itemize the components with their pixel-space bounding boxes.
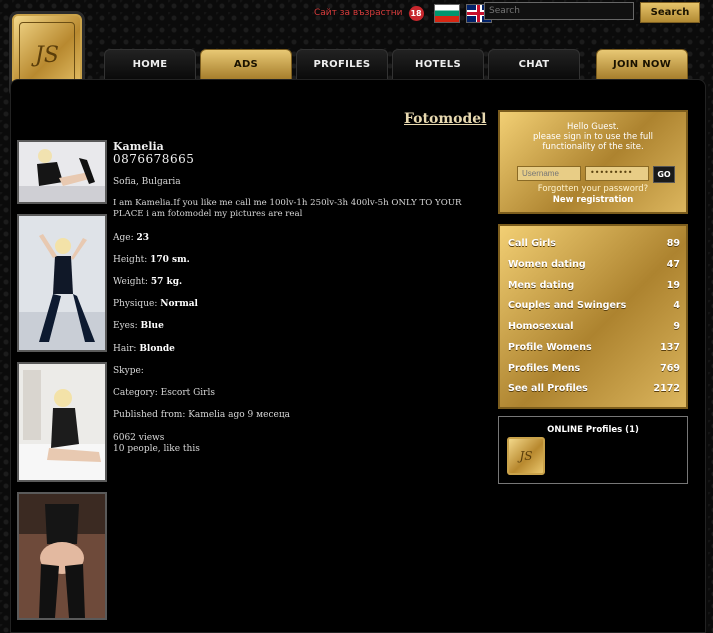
physique-value: Normal bbox=[160, 299, 198, 309]
profile-published: Published from: Kamelia ago 9 месеца bbox=[113, 410, 290, 420]
profile-skype: Skype: bbox=[113, 366, 144, 376]
category-label: Profiles Mens bbox=[508, 363, 581, 374]
category-label: Category: bbox=[113, 388, 158, 398]
height-label: Height: bbox=[113, 255, 148, 265]
category-label: See all Profiles bbox=[508, 383, 588, 394]
top-bar: Сайт за възрастни 18 bbox=[314, 2, 492, 24]
height-value: 170 sm. bbox=[150, 255, 190, 265]
profile-likes: 10 people, like this bbox=[113, 444, 200, 454]
profile-photo-1[interactable] bbox=[17, 140, 107, 204]
login-go-button[interactable]: GO bbox=[653, 166, 675, 183]
category-count: 47 bbox=[666, 259, 680, 270]
profile-age: Age: 23 bbox=[113, 233, 149, 243]
search-button[interactable]: Search bbox=[640, 2, 700, 23]
age-18-badge: 18 bbox=[408, 5, 424, 21]
login-form: ••••••••• GO bbox=[517, 166, 675, 183]
profile-height: Height: 170 sm. bbox=[113, 255, 190, 265]
weight-label: Weight: bbox=[113, 277, 148, 287]
category-call-girls[interactable]: Call Girls 89 bbox=[508, 238, 680, 249]
category-profiles-mens[interactable]: Profiles Mens 769 bbox=[508, 363, 680, 374]
category-couples-swingers[interactable]: Couples and Swingers 4 bbox=[508, 300, 680, 311]
profile-views: 6062 views bbox=[113, 433, 165, 443]
online-profiles-title: ONLINE Profiles (1) bbox=[547, 425, 639, 435]
category-count: 137 bbox=[660, 342, 680, 353]
password-field[interactable]: ••••••••• bbox=[585, 166, 649, 181]
category-mens-dating[interactable]: Mens dating 19 bbox=[508, 280, 680, 291]
category-homosexual[interactable]: Homosexual 9 bbox=[508, 321, 680, 332]
category-count: 769 bbox=[660, 363, 680, 374]
forgot-password-link[interactable]: Forgotten your password? bbox=[500, 184, 686, 194]
profile-eyes: Eyes: Blue bbox=[113, 321, 164, 331]
category-count: 19 bbox=[666, 280, 680, 291]
category-see-all-profiles[interactable]: See all Profiles 2172 bbox=[508, 383, 680, 394]
profile-photo-2[interactable] bbox=[17, 214, 107, 352]
category-label: Mens dating bbox=[508, 280, 575, 291]
profile-location: Sofia, Bulgaria bbox=[113, 177, 181, 187]
category-label: Couples and Swingers bbox=[508, 300, 627, 311]
nav-hotels[interactable]: HOTELS bbox=[392, 49, 484, 79]
profile-category: Category: Escort Girls bbox=[113, 388, 215, 398]
hair-value: Blonde bbox=[139, 344, 175, 354]
greeting: Hello Guest. bbox=[567, 122, 619, 132]
age-value: 23 bbox=[136, 233, 150, 243]
nav-ads[interactable]: ADS bbox=[200, 49, 292, 79]
hair-label: Hair: bbox=[113, 344, 137, 354]
profile-phone: 0876678665 bbox=[113, 152, 195, 166]
category-count: 2172 bbox=[653, 383, 680, 394]
category-label: Women dating bbox=[508, 259, 586, 270]
nav-profiles[interactable]: PROFILES bbox=[296, 49, 388, 79]
category-count: 89 bbox=[666, 238, 680, 249]
profile-hair: Hair: Blonde bbox=[113, 344, 175, 354]
login-panel: Hello Guest. please sign in to use the f… bbox=[498, 110, 688, 214]
profile-physique: Physique: Normal bbox=[113, 299, 198, 309]
category-value[interactable]: Escort Girls bbox=[161, 388, 215, 398]
category-label: Profile Womens bbox=[508, 342, 592, 353]
profile-description: I am Kamelia.If you like me call me 100l… bbox=[113, 198, 462, 219]
categories-panel: Call Girls 89 Women dating 47 Mens datin… bbox=[498, 224, 688, 409]
category-profile-womens[interactable]: Profile Womens 137 bbox=[508, 342, 680, 353]
category-label: Call Girls bbox=[508, 238, 556, 249]
eyes-value: Blue bbox=[140, 321, 164, 331]
category-count: 4 bbox=[673, 300, 680, 311]
login-message: please sign in to use the full functiona… bbox=[532, 132, 654, 152]
online-profiles-panel: ONLINE Profiles (1) JS bbox=[498, 416, 688, 484]
page-title[interactable]: Fotomodel bbox=[404, 111, 486, 127]
age-label: Age: bbox=[113, 233, 134, 243]
category-count: 9 bbox=[673, 321, 680, 332]
username-field[interactable] bbox=[517, 166, 581, 181]
profile-weight: Weight: 57 kg. bbox=[113, 277, 182, 287]
category-women-dating[interactable]: Women dating 47 bbox=[508, 259, 680, 270]
weight-value: 57 kg. bbox=[150, 277, 183, 287]
nav-chat[interactable]: CHAT bbox=[488, 49, 580, 79]
adult-site-link[interactable]: Сайт за възрастни bbox=[314, 8, 403, 18]
nav-home[interactable]: HOME bbox=[104, 49, 196, 79]
category-label: Homosexual bbox=[508, 321, 574, 332]
profile-photo-3[interactable] bbox=[17, 362, 107, 482]
online-profile-avatar[interactable]: JS bbox=[507, 437, 545, 475]
nav-join-now[interactable]: JOIN NOW bbox=[596, 49, 688, 79]
bulgarian-flag-icon[interactable] bbox=[433, 3, 460, 23]
profile-photo-4[interactable] bbox=[17, 492, 107, 620]
search-input[interactable] bbox=[484, 2, 634, 20]
new-registration-link[interactable]: New registration bbox=[500, 195, 686, 205]
physique-label: Physique: bbox=[113, 299, 158, 309]
eyes-label: Eyes: bbox=[113, 321, 138, 331]
